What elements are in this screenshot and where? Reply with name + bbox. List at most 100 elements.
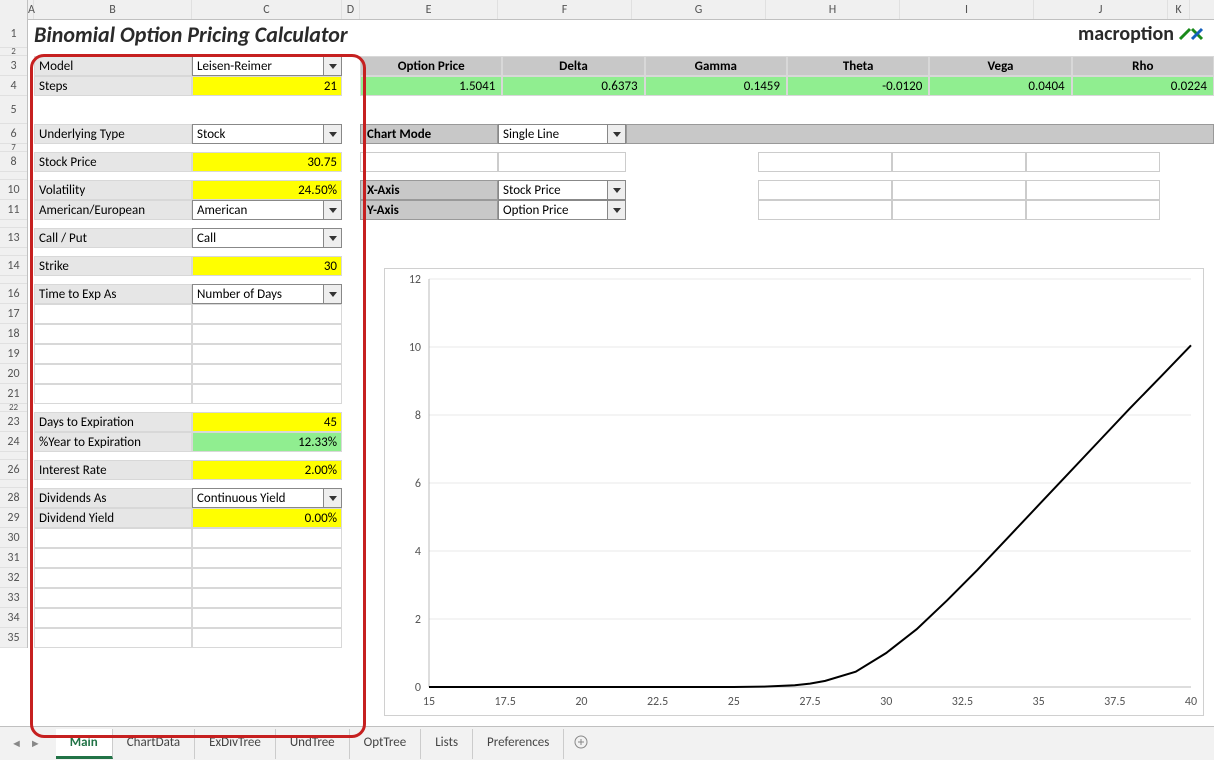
row-header[interactable]: 18 <box>0 324 27 344</box>
strike-label: Strike <box>34 256 192 276</box>
pct-year-label: %Year to Expiration <box>34 432 192 452</box>
call-put-dropdown[interactable]: Call <box>192 228 342 248</box>
column-header-B[interactable]: B <box>34 0 192 19</box>
row-header[interactable]: 23 <box>0 412 27 432</box>
underlying-type-dropdown[interactable]: Stock <box>192 124 342 144</box>
row-header[interactable] <box>0 452 27 460</box>
x-axis-label: X-Axis <box>360 180 498 200</box>
row-header[interactable]: 8 <box>0 152 27 172</box>
row-header[interactable]: 17 <box>0 304 27 324</box>
column-header-C[interactable]: C <box>192 0 342 19</box>
corner-cell[interactable] <box>0 0 28 20</box>
row-header[interactable]: 22 <box>0 404 27 412</box>
y-axis-dropdown[interactable]: Option Price <box>498 200 626 220</box>
row-header[interactable]: 34 <box>0 608 27 628</box>
dividend-yield-input[interactable]: 0.00% <box>192 508 342 528</box>
result-header-gamma: Gamma <box>645 56 787 76</box>
tab-opttree[interactable]: OptTree <box>350 729 422 759</box>
interest-rate-input[interactable]: 2.00% <box>192 460 342 480</box>
row-header[interactable]: 5 <box>0 96 27 124</box>
volatility-label: Volatility <box>34 180 192 200</box>
result-delta: 0.6373 <box>502 76 644 96</box>
blank-slot <box>498 152 626 172</box>
add-sheet-button[interactable] <box>564 731 598 757</box>
svg-text:40: 40 <box>1185 695 1197 709</box>
row-header[interactable]: 6 <box>0 124 27 144</box>
row-header[interactable]: 28 <box>0 488 27 508</box>
y-axis-label: Y-Axis <box>360 200 498 220</box>
row-header[interactable]: 24 <box>0 432 27 452</box>
dividends-as-label: Dividends As <box>34 488 192 508</box>
result-theta: -0.0120 <box>787 76 929 96</box>
row-header[interactable]: 21 <box>0 384 27 404</box>
blank-slot <box>1026 152 1160 172</box>
steps-label: Steps <box>34 76 192 96</box>
stock-price-input[interactable]: 30.75 <box>192 152 342 172</box>
row-header[interactable]: 3 <box>0 56 27 76</box>
strike-input[interactable]: 30 <box>192 256 342 276</box>
row-header[interactable]: 31 <box>0 548 27 568</box>
row-header[interactable]: 16 <box>0 284 27 304</box>
volatility-input[interactable]: 24.50% <box>192 180 342 200</box>
result-vega: 0.0404 <box>929 76 1071 96</box>
row-header[interactable]: 7 <box>0 144 27 152</box>
column-header-G[interactable]: G <box>632 0 766 19</box>
row-header[interactable]: 13 <box>0 228 27 248</box>
row-header[interactable]: 2 <box>0 48 27 56</box>
row-header[interactable]: 33 <box>0 588 27 608</box>
time-to-exp-as-dropdown[interactable]: Number of Days <box>192 284 342 304</box>
am-eu-dropdown[interactable]: American <box>192 200 342 220</box>
days-to-exp-label: Days to Expiration <box>34 412 192 432</box>
column-header-E[interactable]: E <box>360 0 498 19</box>
dividends-as-dropdown[interactable]: Continuous Yield <box>192 488 342 508</box>
row-header[interactable]: 30 <box>0 528 27 548</box>
steps-input[interactable]: 21 <box>192 76 342 96</box>
row-header[interactable] <box>0 480 27 488</box>
row-header[interactable]: 19 <box>0 344 27 364</box>
svg-text:37.5: 37.5 <box>1104 695 1125 709</box>
row-header[interactable]: 4 <box>0 76 27 96</box>
tab-chartdata[interactable]: ChartData <box>113 729 195 759</box>
row-header[interactable]: 11 <box>0 200 27 220</box>
row-header[interactable]: 32 <box>0 568 27 588</box>
column-header-K[interactable]: K <box>1168 0 1190 19</box>
result-header-theta: Theta <box>787 56 929 76</box>
result-rho: 0.0224 <box>1072 76 1214 96</box>
row-header[interactable] <box>0 220 27 228</box>
time-to-exp-as-label: Time to Exp As <box>34 284 192 304</box>
row-header[interactable] <box>0 248 27 256</box>
tab-undtree[interactable]: UndTree <box>276 729 350 759</box>
row-header[interactable]: 14 <box>0 256 27 276</box>
chart-mode-dropdown[interactable]: Single Line <box>498 124 626 144</box>
call-put-label: Call / Put <box>34 228 192 248</box>
chevron-down-icon <box>607 181 625 199</box>
tab-nav-arrows[interactable]: ◄► <box>8 737 44 750</box>
row-header[interactable]: 20 <box>0 364 27 384</box>
row-header[interactable]: 10 <box>0 180 27 200</box>
svg-text:17.5: 17.5 <box>495 695 516 709</box>
column-header-J[interactable]: J <box>1034 0 1168 19</box>
row-header[interactable] <box>0 276 27 284</box>
column-header-I[interactable]: I <box>900 0 1034 19</box>
row-header[interactable] <box>0 172 27 180</box>
svg-text:8: 8 <box>415 409 421 423</box>
column-header-H[interactable]: H <box>766 0 900 19</box>
row-header[interactable]: 29 <box>0 508 27 528</box>
x-axis-dropdown[interactable]: Stock Price <box>498 180 626 200</box>
row-header[interactable]: 35 <box>0 628 27 648</box>
tab-main[interactable]: Main <box>56 729 113 759</box>
chevron-down-icon <box>323 229 341 247</box>
tab-exdivtree[interactable]: ExDivTree <box>195 729 276 759</box>
blank-slot <box>892 180 1026 200</box>
blank-slot <box>892 152 1026 172</box>
tab-lists[interactable]: Lists <box>421 729 473 759</box>
row-header[interactable]: 1 <box>0 20 27 48</box>
row-header[interactable]: 26 <box>0 460 27 480</box>
model-dropdown[interactable]: Leisen-Reimer <box>192 56 342 76</box>
result-header-vega: Vega <box>929 56 1071 76</box>
column-header-D[interactable]: D <box>342 0 360 19</box>
tab-preferences[interactable]: Preferences <box>473 729 564 759</box>
column-header-F[interactable]: F <box>498 0 632 19</box>
days-to-exp-input[interactable]: 45 <box>192 412 342 432</box>
chevron-down-icon <box>323 125 341 143</box>
